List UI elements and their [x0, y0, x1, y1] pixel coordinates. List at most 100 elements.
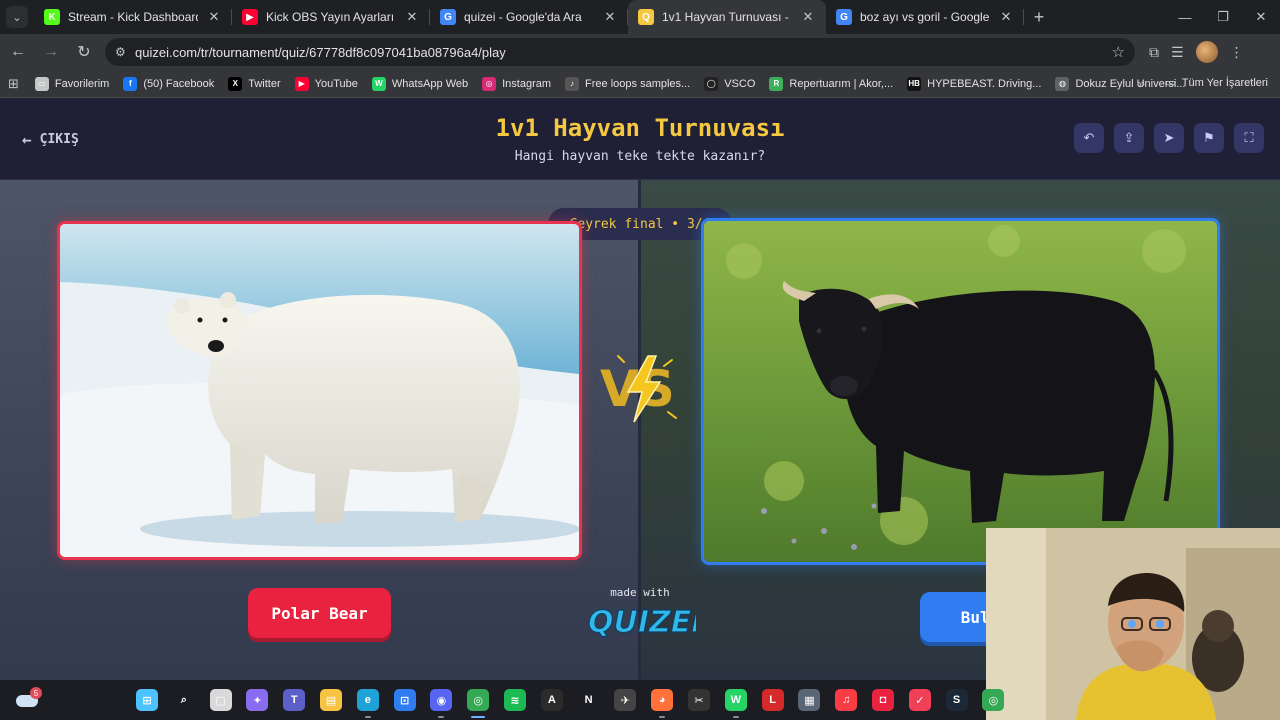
close-tab-icon[interactable]: ✕ [206, 9, 222, 25]
all-bookmarks-label: Tüm Yer İşaretleri [1181, 76, 1268, 89]
choose-left-button[interactable]: Polar Bear [248, 588, 391, 638]
bookmark-item[interactable]: ▭ Favorilerim [34, 76, 109, 91]
firefox-icon[interactable]: ◕ [651, 689, 674, 711]
send-icon[interactable]: ➤ [1154, 123, 1184, 153]
forward-icon[interactable]: → [36, 37, 66, 67]
tab-search-button[interactable]: ⌄ [0, 0, 34, 34]
chrome-alt-icon[interactable]: ◎ [982, 689, 1005, 711]
lightroom-icon[interactable]: L [761, 689, 784, 711]
minimize-icon[interactable]: — [1166, 0, 1204, 34]
bookmarks-overflow-button[interactable]: » [1138, 76, 1145, 91]
file-explorer-icon[interactable]: ▤ [320, 689, 342, 711]
discord-icon[interactable]: ◉ [430, 689, 453, 711]
menu-kebab-icon[interactable]: ⋮ [1230, 44, 1244, 61]
netflix-icon[interactable]: N [577, 689, 600, 711]
youtube-icon: ▶ [294, 76, 309, 91]
tab-title: 1v1 Hayvan Turnuvası - Tier List [662, 10, 792, 24]
tab-separator [1023, 9, 1024, 25]
hypebeast-icon: HB [907, 76, 922, 91]
all-bookmarks-button[interactable]: ▭ Tüm Yer İşaretleri [1165, 76, 1268, 90]
edge-icon[interactable]: e [356, 689, 379, 711]
quizei-icon: Q [638, 9, 654, 25]
close-tab-icon[interactable]: ✕ [800, 9, 816, 25]
task-view-icon[interactable]: ▢ [209, 689, 232, 711]
undo-icon[interactable]: ↶ [1074, 123, 1104, 153]
running-indicator [732, 716, 739, 718]
bookmark-label: Repertuarım | Akor,... [789, 77, 894, 90]
reading-list-icon[interactable]: ☰ [1171, 44, 1184, 61]
fullscreen-icon[interactable]: ⛶ [1234, 123, 1264, 153]
browser-tab[interactable]: ▶ Kick OBS Yayın Ayarları Nasıl Ya ✕ [232, 0, 430, 34]
notes-icon[interactable]: ▦ [798, 689, 821, 711]
bookmark-item[interactable]: HB HYPEBEAST. Driving... [907, 76, 1041, 91]
apps-grid-icon[interactable]: ⊞ [8, 76, 19, 92]
spotify-icon[interactable]: ≋ [504, 689, 526, 711]
extensions-icon[interactable]: ⧉ [1149, 44, 1159, 61]
back-icon[interactable]: ← [3, 37, 33, 67]
start-icon[interactable]: ⊞ [136, 689, 158, 711]
bookmark-item[interactable]: ▶ YouTube [294, 76, 358, 91]
search-icon[interactable]: ⌕ [172, 689, 195, 711]
bookmark-item[interactable]: R Repertuarım | Akor,... [769, 76, 894, 91]
running-indicator [471, 716, 486, 718]
chrome-icon[interactable]: ◎ [467, 689, 490, 711]
vsco-icon: ◯ [704, 76, 719, 91]
address-bar[interactable]: ⚙ quizei.com/tr/tournament/quiz/67778df8… [105, 38, 1135, 66]
browser-tab[interactable]: Gquizei - Google'da Ara ✕ [430, 0, 628, 34]
close-tab-icon[interactable]: ✕ [602, 9, 618, 25]
quiz-header: ← ÇIKIŞ 1v1 Hayvan Turnuvası Hangi hayva… [0, 98, 1280, 180]
site-info-icon[interactable]: ⚙ [115, 45, 135, 59]
vs-lightning-emblem: VS [600, 355, 677, 423]
tab-title: Stream - Kick Dashboard [68, 10, 198, 24]
tab-title: quizei - Google'da Ara [464, 10, 582, 24]
running-indicator [438, 716, 445, 718]
x-twitter-icon: X [228, 76, 243, 91]
weather-widget[interactable]: 5 [14, 687, 42, 713]
bookmarks-bar: ⊞ ▭ Favorilerim f (50) Facebook X Twitter ▶ You… [0, 70, 1280, 98]
bookmark-label: Twitter [248, 77, 281, 90]
game-icon[interactable]: ✈ [614, 689, 637, 711]
quizei-logo[interactable]: QUIZEI [584, 598, 696, 640]
steam-icon[interactable]: S [945, 689, 968, 711]
bookmark-item[interactable]: X Twitter [228, 76, 281, 91]
bookmark-item[interactable]: ◯ VSCO [704, 76, 755, 91]
youtube-icon: ▶ [242, 9, 258, 25]
store-icon[interactable]: ⊡ [393, 689, 416, 711]
left-contestant-card[interactable] [57, 221, 582, 560]
new-tab-button[interactable]: + [1024, 0, 1054, 34]
bookmark-item[interactable]: ◎ Instagram [482, 76, 551, 91]
tab-title: boz ayı vs goril - Google'da Ara [860, 10, 990, 24]
bookmark-item[interactable]: W WhatsApp Web [371, 76, 468, 91]
teams-icon[interactable]: T [283, 689, 306, 711]
adobe-icon[interactable]: A [540, 689, 563, 711]
close-tab-icon[interactable]: ✕ [998, 9, 1014, 25]
bookmark-item[interactable]: f (50) Facebook [123, 76, 214, 91]
copilot-icon[interactable]: ✦ [246, 689, 269, 711]
reload-icon[interactable]: ↻ [69, 37, 99, 67]
close-window-icon[interactable]: ✕ [1242, 0, 1280, 34]
toolbar-actions: ⧉ ☰ ⋮ [1149, 41, 1244, 63]
right-contestant-card[interactable] [701, 218, 1220, 565]
browser-tab[interactable]: Q 1v1 Hayvan Turnuvası - Tier List ✕ [628, 0, 826, 34]
music-icon[interactable]: ♫ [835, 689, 858, 711]
restore-icon[interactable]: ❐ [1204, 0, 1242, 34]
bookmark-item[interactable]: ♪ Free loops samples... [565, 76, 690, 91]
globe-icon: ◍ [1055, 76, 1070, 91]
bookmark-label: YouTube [314, 77, 358, 90]
whatsapp-icon[interactable]: W [724, 689, 747, 711]
share-icon[interactable]: ⇪ [1114, 123, 1144, 153]
close-tab-icon[interactable]: ✕ [404, 9, 420, 25]
facebook-icon: f [123, 76, 138, 91]
browser-tab[interactable]: K Stream - Kick Dashboard ✕ [34, 0, 232, 34]
capcut-icon[interactable]: ✂ [688, 689, 710, 711]
running-indicator [364, 716, 371, 718]
bookmark-star-icon[interactable]: ☆ [1112, 43, 1125, 61]
browser-tab[interactable]: Gboz ayı vs goril - Google'da Ara ✕ [826, 0, 1024, 34]
folder-icon: ▭ [1165, 77, 1176, 89]
instagram-icon: ◎ [482, 76, 497, 91]
chevron-down-icon: ⌄ [6, 6, 28, 28]
flag-icon[interactable]: ⚑ [1194, 123, 1224, 153]
profile-avatar[interactable] [1195, 41, 1218, 63]
pocket-icon[interactable]: ✓ [908, 689, 931, 711]
readdle-icon[interactable]: ◘ [872, 689, 894, 711]
